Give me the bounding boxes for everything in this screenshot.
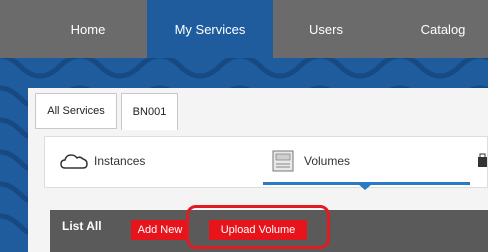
subtab-bn001-label: BN001 (132, 106, 167, 118)
subtab-bn001[interactable]: BN001 (121, 93, 178, 130)
subtab-all-services-label: All Services (47, 105, 105, 117)
tab-users-label: Users (309, 21, 343, 37)
tab-home[interactable]: Home (44, 0, 132, 58)
active-service-caret (358, 184, 372, 190)
tab-my-services-label: My Services (174, 21, 246, 37)
service-volumes[interactable]: Volumes (272, 136, 350, 186)
upload-volume-highlight (186, 205, 330, 249)
tab-my-services[interactable]: My Services (147, 0, 273, 58)
tab-users[interactable]: Users (283, 0, 369, 58)
list-all-title: List All (62, 219, 102, 233)
service-volumes-label: Volumes (304, 154, 351, 168)
tab-home-label: Home (70, 21, 106, 37)
tab-catalog[interactable]: Catalog (393, 0, 488, 58)
tab-catalog-label: Catalog (420, 21, 466, 37)
volume-icon (272, 149, 294, 173)
top-navigation: Home My Services Users Catalog (0, 0, 488, 58)
service-instances[interactable]: Instances (60, 136, 145, 186)
subtab-all-services[interactable]: All Services (35, 93, 117, 129)
briefcase-icon (478, 153, 487, 167)
service-instances-label: Instances (94, 154, 146, 168)
cloud-icon (60, 152, 88, 170)
service-more-icon[interactable] (477, 136, 488, 186)
add-new-button[interactable]: Add New (131, 220, 189, 240)
